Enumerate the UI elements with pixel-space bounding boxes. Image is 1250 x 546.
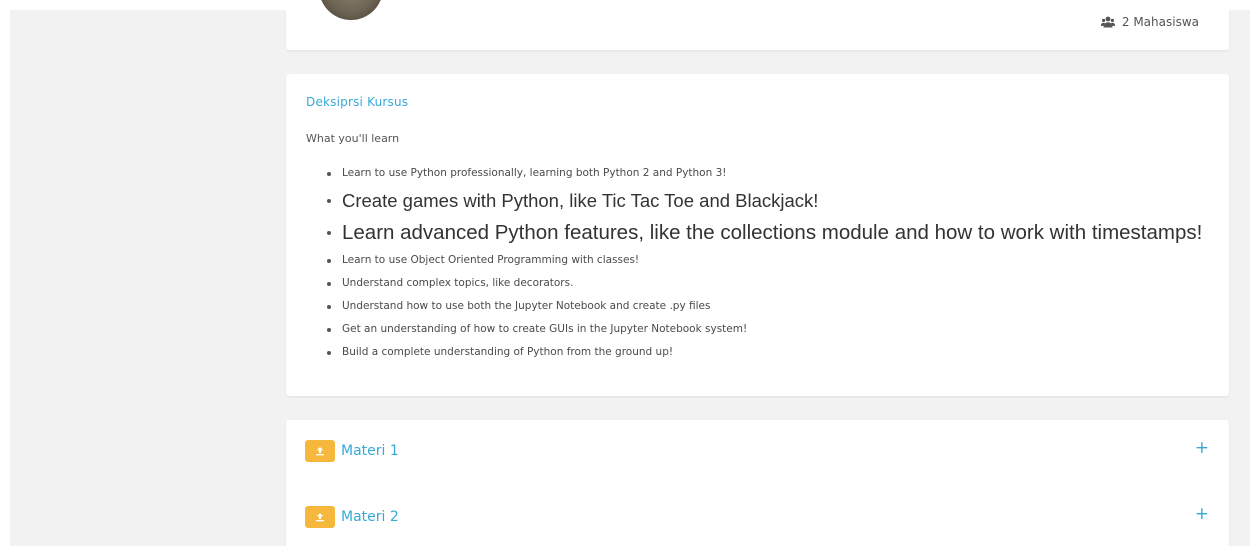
list-item: Create games with Python, like Tic Tac T… [306, 185, 1202, 217]
expand-toggle-icon[interactable]: + [1195, 438, 1209, 458]
description-title: Deksiprsi Kursus [306, 95, 409, 109]
list-item: Understand how to use both the Jupyter N… [306, 295, 1202, 318]
materi-badge [305, 440, 335, 462]
list-item: Learn advanced Python features, like the… [306, 217, 1202, 249]
upload-icon [316, 447, 324, 456]
materi-badge [305, 506, 335, 528]
list-item: Learn to use Python professionally, lear… [306, 162, 1202, 185]
materi-item-2[interactable]: Materi 2 + [305, 504, 1209, 528]
materi-label[interactable]: Materi 2 [341, 507, 399, 527]
materi-item-1[interactable]: Materi 1 + [305, 438, 1209, 462]
expand-toggle-icon[interactable]: + [1195, 504, 1209, 524]
avatar [319, 0, 383, 20]
users-icon [1100, 16, 1115, 28]
list-item: Get an understanding of how to create GU… [306, 318, 1202, 341]
upload-icon [316, 513, 324, 522]
description-subtitle: What you'll learn [306, 132, 400, 145]
course-header-card: 2 Mahasiswa [286, 0, 1229, 50]
list-item: Understand complex topics, like decorato… [306, 272, 1202, 295]
learning-outcomes-list: Learn to use Python professionally, lear… [306, 162, 1202, 364]
list-item: Learn to use Object Oriented Programming… [306, 249, 1202, 272]
students-count: 2 Mahasiswa [1100, 15, 1199, 29]
students-count-label: 2 Mahasiswa [1121, 15, 1199, 29]
list-item: Build a complete understanding of Python… [306, 341, 1202, 364]
materi-label[interactable]: Materi 1 [341, 441, 399, 461]
materials-card: Materi 1 + Materi 2 + [286, 420, 1229, 546]
course-description-card: Deksiprsi Kursus What you'll learn Learn… [286, 74, 1229, 396]
